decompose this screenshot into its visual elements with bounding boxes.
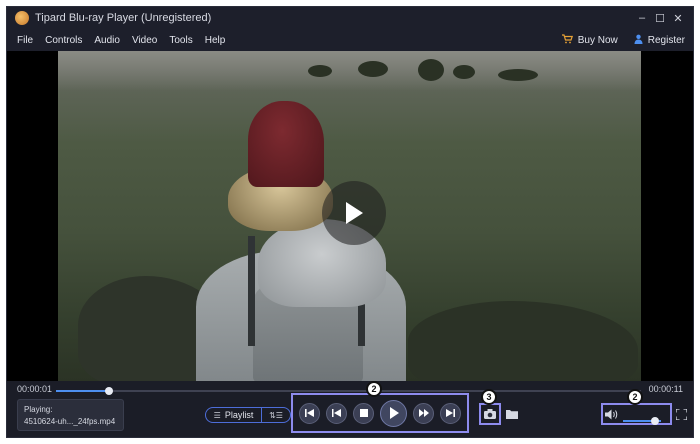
rewind-icon [332,409,341,417]
play-button[interactable] [380,399,407,427]
fullscreen-icon [675,408,687,420]
camera-icon [484,409,496,419]
stop-button[interactable] [353,402,374,424]
play-icon [389,407,399,419]
video-frame [58,51,641,381]
video-display[interactable] [7,51,693,381]
menu-audio[interactable]: Audio [94,35,120,46]
center-play-button[interactable] [322,181,386,245]
seek-bar[interactable] [56,387,641,395]
title-bar: Tipard Blu-ray Player (Unregistered) ‒ ☐… [7,7,693,29]
fast-forward-button[interactable] [413,402,434,424]
playlist-label: Playlist [224,410,254,420]
register-link[interactable]: Register [634,34,685,47]
app-logo-icon [15,11,29,25]
now-playing-label: Playing: [24,405,53,414]
buy-now-label: Buy Now [577,34,618,46]
close-button[interactable]: ✕ [669,7,687,29]
stop-icon [359,409,368,417]
open-folder-button[interactable] [503,405,521,423]
control-bar: Playing: 4510624-uh..._24fps.mp4 ☰ Playl… [7,381,693,439]
volume-slider[interactable] [623,417,661,425]
buy-now-link[interactable]: Buy Now [561,33,618,47]
app-window: Tipard Blu-ray Player (Unregistered) ‒ ☐… [6,6,694,438]
total-time: 00:00:11 [648,384,683,394]
annotation-badge-transport: 2 [366,381,382,397]
menu-file[interactable]: File [17,35,33,46]
minimize-button[interactable]: ‒ [633,7,651,29]
menu-controls[interactable]: Controls [45,35,82,46]
next-icon [446,409,455,417]
cart-icon [561,33,573,47]
menu-video[interactable]: Video [132,35,157,46]
previous-icon [305,409,314,417]
current-time: 00:00:01 [17,384,53,394]
transport-controls [291,393,469,433]
now-playing-file: 4510624-uh..._24fps.mp4 [24,417,116,426]
play-icon [346,202,363,224]
maximize-button[interactable]: ☐ [651,7,669,29]
seek-bar-thumb[interactable] [104,387,113,395]
fast-forward-icon [418,409,429,417]
playlist-toggle[interactable]: ☰ Playlist ⇅☰ [205,407,291,423]
now-playing-panel: Playing: 4510624-uh..._24fps.mp4 [17,399,124,431]
seek-bar-fill [56,390,109,392]
window-title: Tipard Blu-ray Player (Unregistered) [35,12,212,24]
annotation-badge-snapshot: 3 [481,389,497,405]
previous-button[interactable] [299,402,320,424]
folder-icon [505,410,518,419]
annotation-badge-volume: 2 [627,389,643,405]
rewind-button[interactable] [326,402,347,424]
menu-help[interactable]: Help [205,35,226,46]
menu-bar: File Controls Audio Video Tools Help Buy… [7,29,693,51]
user-icon [634,34,643,47]
playlist-order-button[interactable]: ⇅☰ [262,411,290,420]
list-icon: ☰ [213,410,221,420]
volume-button[interactable] [604,406,620,422]
next-button[interactable] [440,402,461,424]
speaker-icon [605,409,618,419]
snapshot-button[interactable] [481,405,499,423]
menu-tools[interactable]: Tools [169,35,192,46]
register-label: Register [647,34,685,46]
sort-list-icon: ⇅☰ [269,410,283,420]
fullscreen-button[interactable] [673,406,689,422]
playlist-button[interactable]: ☰ Playlist [206,408,262,422]
